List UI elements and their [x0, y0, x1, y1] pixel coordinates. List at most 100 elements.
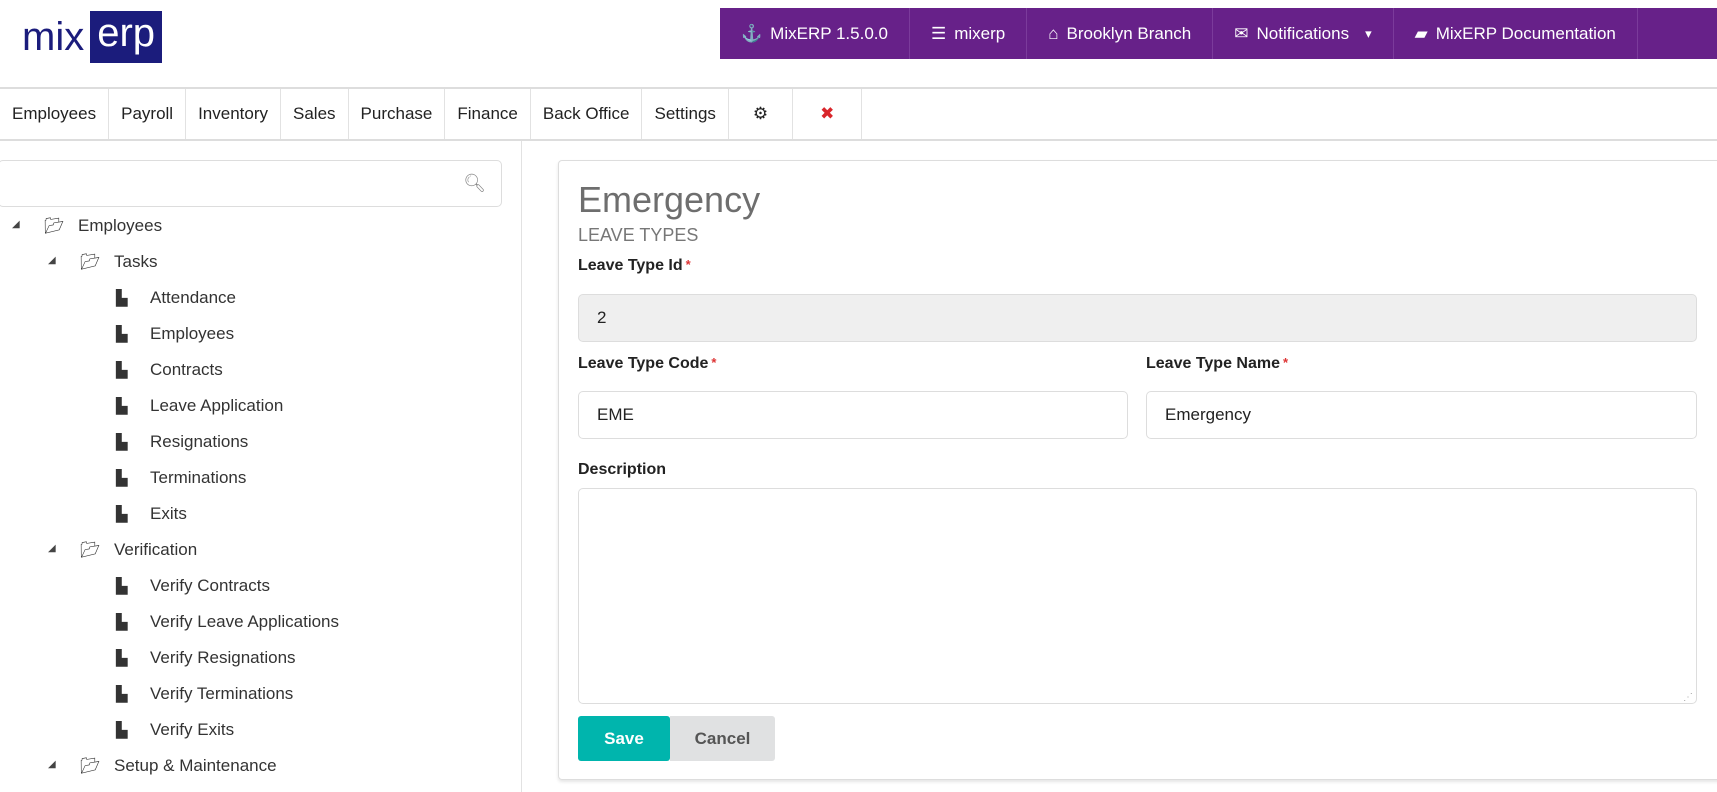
topbar-item-label: MixERP 1.5.0.0	[770, 23, 888, 43]
topbar-item-label: MixERP Documentation	[1435, 23, 1616, 43]
book-icon: ▰	[1414, 23, 1428, 43]
leave-type-name-field[interactable]: Emergency	[1146, 391, 1697, 439]
field-value: 2	[597, 308, 607, 327]
topbar-item-2[interactable]: ⌂ Brooklyn Branch	[1027, 8, 1214, 59]
leave-type-id-field[interactable]: 2	[578, 294, 1697, 342]
file-icon: ▙	[116, 614, 128, 631]
anchor-icon: ⚓	[741, 23, 763, 43]
leave-type-form: Emergency LEAVE TYPES Leave Type Id * 2 L…	[558, 160, 1717, 780]
search-icon[interactable]: 🔍︎	[463, 173, 486, 194]
nav-item-inventory[interactable]: Inventory	[186, 89, 282, 139]
folder-open-icon: 📂︎	[80, 542, 101, 559]
label-text: Leave Type Code	[578, 355, 709, 372]
field-value: Emergency	[1165, 405, 1251, 424]
caret-down-icon: ▾	[1365, 25, 1372, 41]
nav-item-sales[interactable]: Sales	[281, 89, 349, 139]
field-value: EME	[597, 405, 634, 424]
logo-mix: mix	[22, 15, 85, 59]
file-icon: ▙	[116, 398, 128, 415]
label-text: Leave Type Name	[1146, 355, 1280, 372]
file-icon: ▙	[116, 578, 128, 595]
logo-erp: erp	[90, 11, 163, 63]
topbar-item-0[interactable]: ⚓ MixERP 1.5.0.0	[720, 8, 910, 59]
tree-item-label: Verify Leave Applications	[150, 612, 340, 631]
home-icon: ⌂	[1048, 23, 1059, 43]
envelope-icon: ✉	[1234, 23, 1249, 43]
tree-item-label: Verify Contracts	[150, 576, 270, 595]
tree-item-label: Leave Application	[150, 396, 284, 415]
expand-triangle-icon[interactable]: ◢	[48, 543, 56, 554]
expand-triangle-icon[interactable]: ◢	[48, 255, 56, 266]
nav-item-payroll[interactable]: Payroll	[109, 89, 187, 139]
topbar-item-4[interactable]: ▰ MixERP Documentation	[1394, 8, 1638, 59]
tree-item-label: Tasks	[114, 252, 158, 271]
nav-item-settings[interactable]: Settings	[642, 89, 729, 139]
nav-item-finance[interactable]: Finance	[445, 89, 531, 139]
tree-item[interactable]: ▙ Resignations	[116, 427, 248, 457]
expand-triangle-icon[interactable]: ◢	[48, 759, 56, 770]
file-icon: ▙	[116, 686, 128, 703]
tree-item-label: Verify Terminations	[150, 684, 294, 703]
logo[interactable]: mix erp	[22, 11, 163, 63]
leave-type-name-label: Leave Type Name *	[1146, 355, 1288, 373]
tree-item[interactable]: ◢ 📂︎ Setup & Maintenance	[48, 751, 277, 781]
tree-item-label: Employees	[150, 324, 235, 343]
resize-handle-icon[interactable]: ⋰	[1683, 692, 1693, 703]
tree-item[interactable]: ▙ Verify Terminations	[116, 679, 293, 709]
file-icon: ▙	[116, 506, 128, 523]
tree-item[interactable]: ▙ Exits	[116, 499, 187, 529]
description-textarea[interactable]: ⋰	[578, 488, 1697, 704]
search-box[interactable]: 🔍︎	[0, 160, 502, 207]
tree-item-label: Employees	[78, 216, 163, 235]
settings-sliders-icon[interactable]: ⚙	[729, 89, 794, 139]
tree-item-label: Verify Exits	[150, 720, 235, 739]
tree-item[interactable]: ▙ Contracts	[116, 355, 223, 385]
required-mark: *	[685, 257, 691, 272]
tree-item-label: Setup & Maintenance	[114, 756, 277, 775]
tree-item[interactable]: ▙ Leave Application	[116, 391, 283, 421]
topbar-item-label: mixerp	[954, 23, 1006, 43]
tree-item[interactable]: ▙ Verify Contracts	[116, 571, 270, 601]
page-subtitle: LEAVE TYPES	[578, 225, 699, 245]
file-icon: ▙	[116, 722, 128, 739]
expand-triangle-icon[interactable]: ◢	[12, 219, 20, 230]
folder-open-icon: 📂︎	[80, 254, 101, 271]
leave-type-code-label: Leave Type Code *	[578, 355, 716, 373]
label-text: Leave Type Id	[578, 257, 683, 274]
tree-item[interactable]: ◢ 📂︎ Verification	[48, 535, 198, 565]
file-icon: ▙	[116, 434, 128, 451]
tree-item-label: Verification	[114, 540, 198, 559]
tree-item-label: Attendance	[150, 288, 237, 307]
topbar-item-3[interactable]: ✉ Notifications ▾	[1213, 8, 1394, 59]
nav-item-purchase[interactable]: Purchase	[349, 89, 446, 139]
tree-item[interactable]: ▙ Verify Resignations	[116, 643, 296, 673]
tree-item[interactable]: ◢ 📂︎ Employees	[12, 211, 163, 241]
tree-item[interactable]: ▙ Attendance	[116, 283, 236, 313]
save-button[interactable]: Save	[578, 716, 670, 761]
close-icon[interactable]: ✖	[793, 89, 863, 139]
description-label: Description	[578, 461, 667, 478]
tree-item-label: Contracts	[150, 360, 223, 379]
nav-item-back-office[interactable]: Back Office	[531, 89, 643, 139]
leave-type-code-field[interactable]: EME	[578, 391, 1128, 439]
page-title: Emergency	[578, 179, 761, 220]
tree-item-label: Terminations	[150, 468, 247, 487]
tree-item-label: Exits	[150, 504, 187, 523]
topbar-item-label: Brooklyn Branch	[1066, 23, 1192, 43]
tree-item[interactable]: ▙ Verify Leave Applications	[116, 607, 339, 637]
leave-type-id-label: Leave Type Id *	[578, 257, 691, 275]
database-icon: ☰	[930, 23, 947, 43]
tree-item[interactable]: ▙ Terminations	[116, 463, 246, 493]
topbar-item-label: Notifications	[1256, 23, 1350, 43]
tree-item-label: Verify Resignations	[150, 648, 296, 667]
topbar-item-1[interactable]: ☰ mixerp	[910, 8, 1028, 59]
search-input[interactable]	[9, 161, 449, 205]
file-icon: ▙	[116, 470, 128, 487]
sidebar: 🔍︎ ◢ 📂︎ Employees ◢ 📂︎ Tasks ▙ Attendance ▙ Emplo…	[0, 141, 522, 792]
file-icon: ▙	[116, 326, 128, 343]
cancel-button[interactable]: Cancel	[670, 716, 775, 761]
tree-item[interactable]: ◢ 📂︎ Tasks	[48, 247, 158, 277]
tree-item[interactable]: ▙ Employees	[116, 319, 234, 349]
tree-item[interactable]: ▙ Verify Exits	[116, 715, 234, 745]
nav-item-employees[interactable]: Employees	[0, 89, 110, 139]
